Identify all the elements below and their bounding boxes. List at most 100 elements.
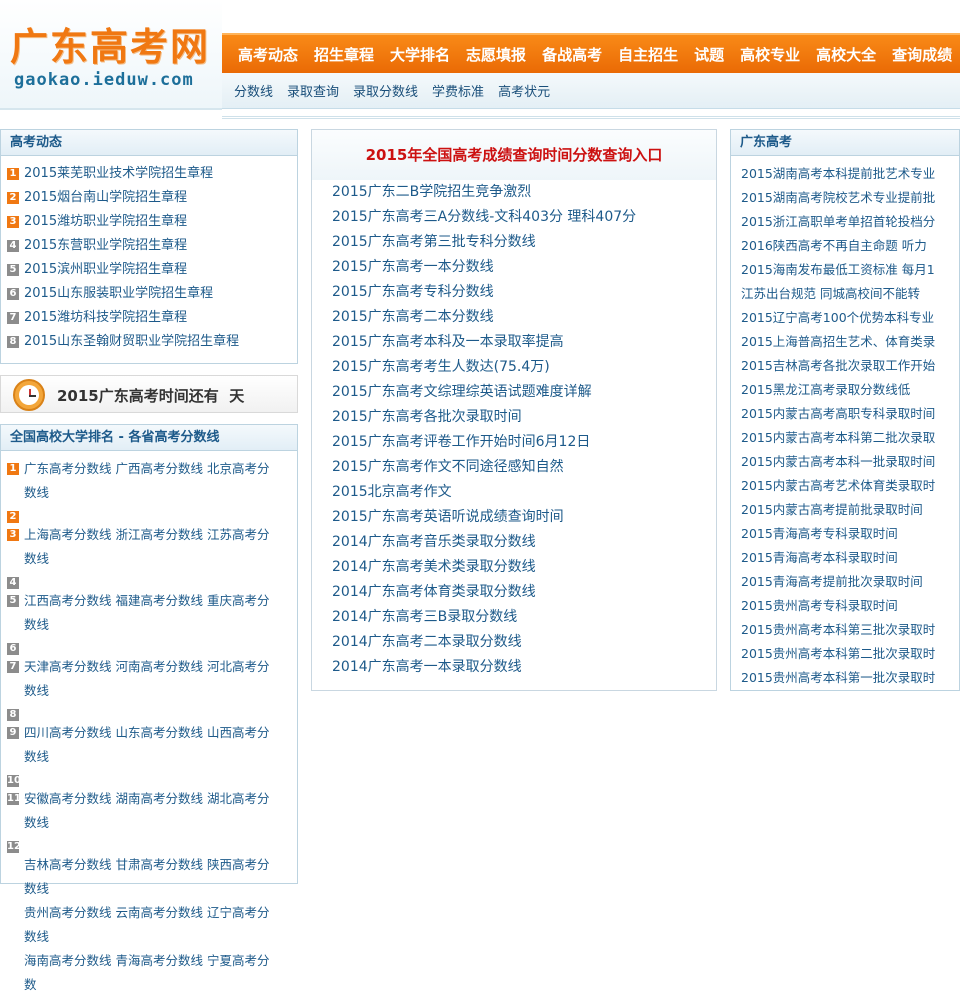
news-link[interactable]: 2015内蒙古高考提前批录取时间 <box>741 498 959 522</box>
list-item: 10 <box>7 769 293 787</box>
province-score-links[interactable]: 四川高考分数线 山东高考分数线 山西高考分数线 <box>24 721 279 769</box>
province-score-links[interactable]: 安徽高考分数线 湖南高考分数线 湖北高考分数线 <box>24 787 279 835</box>
rank-number-badge: 4 <box>7 240 19 252</box>
news-link[interactable]: 2015湖南高考本科提前批艺术专业 <box>741 162 959 186</box>
news-link[interactable]: 2015广东高考专科分数线 <box>332 280 716 305</box>
nav-item[interactable]: 查询成绩 <box>884 44 960 65</box>
news-link[interactable]: 2015贵州高考本科第三批次录取时 <box>741 618 959 642</box>
list-item: 3 上海高考分数线 浙江高考分数线 江苏高考分数线 <box>7 523 293 571</box>
province-score-links[interactable]: 江西高考分数线 福建高考分数线 重庆高考分数线 <box>24 589 279 637</box>
news-link[interactable]: 2014广东高考一本录取分数线 <box>332 655 716 680</box>
province-score-links[interactable]: 广东高考分数线 广西高考分数线 北京高考分数线 <box>24 457 279 505</box>
news-link[interactable]: 2015青海高考专科录取时间 <box>741 522 959 546</box>
province-score-links[interactable]: 吉林高考分数线 甘肃高考分数线 陕西高考分数线 <box>24 853 279 901</box>
list-item: 8 <box>7 703 293 721</box>
subnav-item[interactable]: 学费标准 <box>432 81 484 100</box>
news-link[interactable]: 2015广东高考作文不同途径感知自然 <box>332 455 716 480</box>
news-link[interactable]: 2015山东圣翰财贸职业学院招生章程 <box>24 330 239 354</box>
news-link[interactable]: 江苏出台规范 同城高校间不能转 <box>741 282 959 306</box>
news-link[interactable]: 2015内蒙古高考高职专科录取时间 <box>741 402 959 426</box>
province-score-links[interactable]: 上海高考分数线 浙江高考分数线 江苏高考分数线 <box>24 523 279 571</box>
list-item[interactable]: 5 2015滨州职业学院招生章程 <box>7 258 297 282</box>
news-link[interactable]: 2015广东高考考生人数达(75.4万) <box>332 355 716 380</box>
nav-item[interactable]: 招生章程 <box>306 44 382 65</box>
countdown-text: 2015广东高考时间还有 天 <box>57 387 245 405</box>
news-link[interactable]: 2015上海普高招生艺术、体育类录 <box>741 330 959 354</box>
rank-number-badge: 11 <box>7 793 21 805</box>
news-link[interactable]: 2015贵州高考本科第二批次录取时 <box>741 642 959 666</box>
news-link[interactable]: 2015广东高考第三批专科分数线 <box>332 230 716 255</box>
news-link[interactable]: 2015烟台南山学院招生章程 <box>24 186 187 210</box>
list-item: 9 四川高考分数线 山东高考分数线 山西高考分数线 <box>7 721 293 769</box>
news-link[interactable]: 2015广东高考评卷工作开始时间6月12日 <box>332 430 716 455</box>
news-link[interactable]: 2015潍坊职业学院招生章程 <box>24 210 187 234</box>
headline-link[interactable]: 2015年全国高考成绩查询时间分数查询入口 <box>312 130 716 180</box>
news-link[interactable]: 2014广东高考三B录取分数线 <box>332 605 716 630</box>
news-link[interactable]: 2015辽宁高考100个优势本科专业 <box>741 306 959 330</box>
list-item[interactable]: 3 2015潍坊职业学院招生章程 <box>7 210 297 234</box>
nav-item[interactable]: 自主招生 <box>610 44 686 65</box>
news-link[interactable]: 2016陕西高考不再自主命题 听力 <box>741 234 959 258</box>
news-link[interactable]: 2015黑龙江高考录取分数线低 <box>741 378 959 402</box>
news-link[interactable]: 2015广东高考二本分数线 <box>332 305 716 330</box>
news-link[interactable]: 2015广东高考本科及一本录取率提高 <box>332 330 716 355</box>
news-link[interactable]: 2015内蒙古高考艺术体育类录取时 <box>741 474 959 498</box>
news-link[interactable]: 2015青海高考提前批次录取时间 <box>741 570 959 594</box>
news-link[interactable]: 2015海南发布最低工资标准 每月1 <box>741 258 959 282</box>
news-link[interactable]: 2014广东高考美术类录取分数线 <box>332 555 716 580</box>
news-link[interactable]: 2015广东高考各批次录取时间 <box>332 405 716 430</box>
list-item[interactable]: 2 2015烟台南山学院招生章程 <box>7 186 297 210</box>
list-item: 11 安徽高考分数线 湖南高考分数线 湖北高考分数线 <box>7 787 293 835</box>
province-score-links[interactable]: 海南高考分数线 青海高考分数线 宁夏高考分数 <box>24 949 279 997</box>
news-link[interactable]: 2014广东高考音乐类录取分数线 <box>332 530 716 555</box>
nav-item[interactable]: 试题 <box>686 44 732 65</box>
news-link[interactable]: 2015内蒙古高考本科第二批次录取 <box>741 426 959 450</box>
news-link[interactable]: 2014广东高考二本录取分数线 <box>332 630 716 655</box>
news-link[interactable]: 2015贵州高考专科录取时间 <box>741 594 959 618</box>
news-link[interactable]: 2015广东高考一本分数线 <box>332 255 716 280</box>
list-item: 12 <box>7 835 293 853</box>
province-score-links[interactable]: 贵州高考分数线 云南高考分数线 辽宁高考分数线 <box>24 901 279 949</box>
nav-item[interactable]: 高考动态 <box>230 44 306 65</box>
nav-item[interactable]: 备战高考 <box>534 44 610 65</box>
news-link[interactable]: 2015青海高考本科录取时间 <box>741 546 959 570</box>
center-panel: 2015年全国高考成绩查询时间分数查询入口 2015广东二B学院招生竞争激烈 20… <box>311 129 717 691</box>
nav-item[interactable]: 高校大全 <box>808 44 884 65</box>
news-link[interactable]: 2015内蒙古高考本科一批录取时间 <box>741 450 959 474</box>
news-link[interactable]: 2015广东高考英语听说成绩查询时间 <box>332 505 716 530</box>
list-item[interactable]: 1 2015莱芜职业技术学院招生章程 <box>7 162 297 186</box>
news-link[interactable]: 2015浙江高职单考单招首轮投档分 <box>741 210 959 234</box>
nav-item[interactable]: 志愿填报 <box>458 44 534 65</box>
rank-number-badge: 4 <box>7 577 19 589</box>
news-link[interactable]: 2015广东高考文综理综英语试题难度详解 <box>332 380 716 405</box>
rank-number-badge: 5 <box>7 595 19 607</box>
rank-number-badge: 8 <box>7 336 19 348</box>
news-link[interactable]: 2015滨州职业学院招生章程 <box>24 258 187 282</box>
list-item[interactable]: 7 2015潍坊科技学院招生章程 <box>7 306 297 330</box>
news-link[interactable]: 2015贵州高考本科第一批次录取时 <box>741 666 959 690</box>
nav-item[interactable]: 高校专业 <box>732 44 808 65</box>
news-link[interactable]: 2015北京高考作文 <box>332 480 716 505</box>
news-link[interactable]: 2015广东二B学院招生竞争激烈 <box>332 180 716 205</box>
news-link[interactable]: 2014广东高考体育类录取分数线 <box>332 580 716 605</box>
logo[interactable]: 广东高考网 gaokao.ieduw.com <box>0 0 222 110</box>
province-score-links[interactable]: 天津高考分数线 河南高考分数线 河北高考分数线 <box>24 655 279 703</box>
news-link[interactable]: 2015吉林高考各批次录取工作开始 <box>741 354 959 378</box>
news-link[interactable]: 2015潍坊科技学院招生章程 <box>24 306 187 330</box>
subnav-item[interactable]: 高考状元 <box>498 81 550 100</box>
list-item[interactable]: 6 2015山东服装职业学院招生章程 <box>7 282 297 306</box>
list-item[interactable]: 4 2015东营职业学院招生章程 <box>7 234 297 258</box>
news-link[interactable]: 2015湖南高考院校艺术专业提前批 <box>741 186 959 210</box>
news-link[interactable]: 2015山东服装职业学院招生章程 <box>24 282 213 306</box>
news-link[interactable]: 2015莱芜职业技术学院招生章程 <box>24 162 213 186</box>
rank-number-badge: 12 <box>7 841 21 853</box>
list-item: 6 <box>7 637 293 655</box>
list-item[interactable]: 8 2015山东圣翰财贸职业学院招生章程 <box>7 330 297 354</box>
subnav-item[interactable]: 分数线 <box>234 81 273 100</box>
news-link[interactable]: 2015广东高考三A分数线-文科403分 理科407分 <box>332 205 716 230</box>
nav-item[interactable]: 大学排名 <box>382 44 458 65</box>
subnav-item[interactable]: 录取查询 <box>287 81 339 100</box>
subnav-item[interactable]: 录取分数线 <box>353 81 418 100</box>
rank-number-badge: 6 <box>7 288 19 300</box>
news-link[interactable]: 2015东营职业学院招生章程 <box>24 234 187 258</box>
